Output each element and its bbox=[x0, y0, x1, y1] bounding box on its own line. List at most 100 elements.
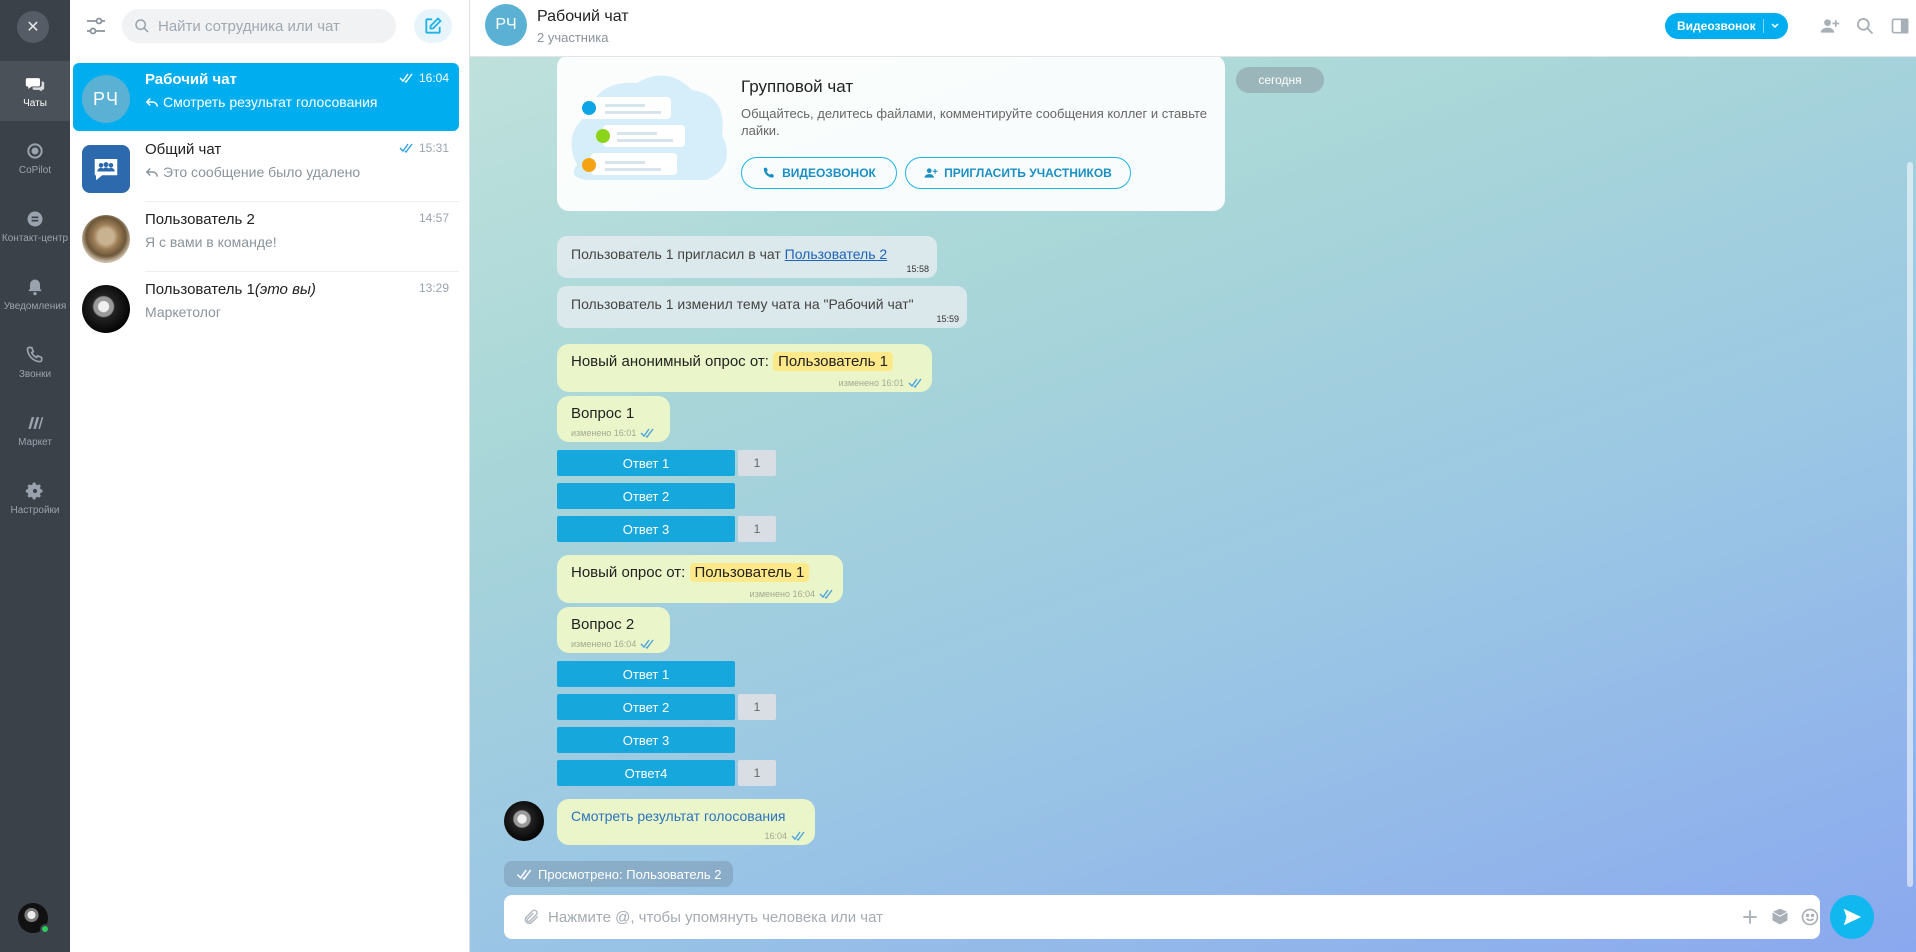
rail-item-label: Уведомления bbox=[3, 300, 67, 312]
chat-name: Пользователь 1(это вы) bbox=[145, 281, 316, 298]
plus-icon[interactable] bbox=[1740, 907, 1760, 927]
search-input[interactable] bbox=[158, 17, 378, 35]
poll-header-message: Новый анонимный опрос от: Пользователь 1… bbox=[557, 344, 932, 392]
chat-list-item-general-chat[interactable]: Общий чат 15:31 Это сообщение было удале… bbox=[73, 133, 459, 202]
poll2-option-4-count: 1 bbox=[738, 760, 776, 786]
invite-participants-button[interactable]: ПРИГЛАСИТЬ УЧАСТНИКОВ bbox=[905, 157, 1131, 189]
chat-title[interactable]: Рабочий чат bbox=[537, 8, 629, 26]
add-user-icon[interactable] bbox=[1820, 16, 1840, 36]
filter-icon[interactable] bbox=[84, 14, 108, 38]
side-panel-icon[interactable] bbox=[1890, 16, 1910, 36]
chat-name: Пользователь 2 bbox=[145, 211, 255, 228]
poll-header-text: Новый опрос от: bbox=[571, 564, 686, 581]
seen-status-text: Просмотрено: Пользователь 2 bbox=[538, 866, 722, 882]
rail-item-label: CoPilot bbox=[18, 164, 52, 176]
message-meta: изменено 16:01 bbox=[839, 378, 922, 388]
chat-avatar bbox=[82, 285, 130, 333]
message-input[interactable] bbox=[548, 908, 1648, 926]
user-link[interactable]: Пользователь 2 bbox=[785, 246, 888, 262]
system-message-text: Пользователь 1 изменил тему чата на "Раб… bbox=[571, 296, 914, 312]
contact-center-icon bbox=[27, 211, 43, 226]
message-meta: изменено 16:04 bbox=[750, 589, 833, 599]
box-icon[interactable] bbox=[1770, 907, 1790, 927]
double-check-icon bbox=[640, 428, 654, 438]
message-time: 16:04 bbox=[764, 831, 787, 841]
poll2-option-3[interactable]: Ответ 3 bbox=[557, 727, 735, 753]
rail-item-settings[interactable]: Настройки bbox=[0, 468, 70, 528]
message-meta: 16:04 bbox=[764, 831, 805, 841]
chat-avatar bbox=[82, 215, 130, 263]
reply-icon bbox=[145, 98, 158, 107]
poll-question-message: Вопрос 1 изменено 16:01 bbox=[557, 396, 670, 442]
send-button[interactable] bbox=[1830, 895, 1874, 939]
chat-preview-text: Это сообщение было удалено bbox=[163, 164, 361, 180]
message-area[interactable]: Групповой чат Общайтесь, делитесь файлам… bbox=[470, 57, 1916, 952]
double-check-icon bbox=[791, 831, 805, 841]
chat-members-count[interactable]: 2 участника bbox=[537, 30, 608, 45]
rail-item-chats[interactable]: Чаты bbox=[0, 61, 70, 121]
poll-question: Вопрос 1 bbox=[571, 405, 635, 422]
chat-list-item-work-chat[interactable]: РЧ Рабочий чат 16:04 Смотреть результат … bbox=[73, 63, 459, 131]
scrollbar[interactable] bbox=[1907, 162, 1913, 887]
smile-icon[interactable] bbox=[1800, 907, 1820, 927]
compose-icon bbox=[425, 17, 442, 34]
poll-question: Вопрос 2 bbox=[571, 616, 635, 633]
card-video-call-button[interactable]: ВИДЕОЗВОНОК bbox=[741, 157, 897, 189]
video-call-button[interactable]: Видеозвонок bbox=[1665, 13, 1788, 39]
rail-item-label: Маркет bbox=[18, 436, 52, 448]
group-chat-description: Общайтесь, делитесь файлами, комментируй… bbox=[741, 106, 1207, 138]
rail-item-copilot[interactable]: CoPilot bbox=[0, 128, 70, 188]
chat-time-text: 13:29 bbox=[418, 281, 449, 295]
reply-icon bbox=[145, 168, 158, 177]
chat-avatar: РЧ bbox=[82, 75, 130, 123]
message-time: изменено 16:01 bbox=[571, 428, 637, 438]
group-chat-illustration bbox=[571, 75, 727, 180]
poll1-option-2[interactable]: Ответ 2 bbox=[557, 483, 735, 509]
send-icon bbox=[1843, 908, 1862, 926]
system-message: Пользователь 1 пригласил в чат Пользоват… bbox=[557, 236, 937, 278]
sender-avatar[interactable] bbox=[504, 801, 544, 841]
group-chat-card: Групповой чат Общайтесь, делитесь файлам… bbox=[557, 57, 1324, 211]
poll2-option-2[interactable]: Ответ 2 bbox=[557, 694, 735, 720]
chat-time: 15:31 bbox=[399, 141, 449, 155]
chat-time: 16:04 bbox=[399, 71, 449, 85]
poll2-option-1[interactable]: Ответ 1 bbox=[557, 661, 735, 687]
add-user-icon bbox=[924, 168, 938, 178]
search-icon[interactable] bbox=[1855, 16, 1875, 36]
poll-author[interactable]: Пользователь 1 bbox=[773, 352, 893, 371]
chat-header: РЧ Рабочий чат 2 участника Видеозвонок bbox=[470, 0, 1916, 57]
chat-list-toolbar bbox=[70, 0, 470, 52]
chat-header-avatar[interactable]: РЧ bbox=[485, 4, 527, 46]
rail-item-contact-center[interactable]: Контакт-центр bbox=[0, 196, 70, 256]
chat-list-item-user-2[interactable]: Пользователь 2 14:57 Я с вами в команде! bbox=[73, 203, 459, 272]
chat-time-text: 14:57 bbox=[418, 211, 449, 225]
poll-author[interactable]: Пользователь 1 bbox=[689, 563, 810, 582]
rail-item-calls[interactable]: Звонки bbox=[0, 332, 70, 392]
poll1-option-3[interactable]: Ответ 3 bbox=[557, 516, 735, 542]
chat-list-item-user-1[interactable]: Пользователь 1(это вы) 13:29 Маркетолог bbox=[73, 273, 459, 341]
attachment-icon[interactable] bbox=[522, 908, 540, 926]
new-chat-button[interactable] bbox=[414, 9, 452, 43]
rail-item-notifications[interactable]: Уведомления bbox=[0, 264, 70, 324]
poll1-option-1-count: 1 bbox=[738, 450, 776, 476]
user-avatar[interactable] bbox=[16, 901, 50, 935]
chat-preview: Это сообщение было удалено bbox=[145, 164, 360, 180]
copilot-icon bbox=[27, 142, 43, 159]
vote-result-link[interactable]: Смотреть результат голосования bbox=[571, 808, 785, 824]
search-box[interactable] bbox=[122, 9, 396, 43]
gear-icon bbox=[25, 482, 43, 499]
chat-preview-text: Смотреть результат голосования bbox=[163, 94, 378, 110]
rail-item-market[interactable]: Маркет bbox=[0, 400, 70, 460]
phone-icon bbox=[763, 167, 774, 178]
bell-icon bbox=[28, 279, 42, 295]
rail-item-label: Чаты bbox=[23, 97, 47, 109]
rail-item-label: Настройки bbox=[10, 504, 60, 516]
date-divider: сегодня bbox=[1236, 67, 1324, 93]
poll1-option-1[interactable]: Ответ 1 bbox=[557, 450, 735, 476]
message-time: изменено 16:04 bbox=[749, 589, 815, 599]
message-meta: изменено 16:01 bbox=[571, 428, 654, 438]
close-icon[interactable]: ✕ bbox=[17, 11, 49, 43]
chevron-down-icon[interactable] bbox=[1770, 20, 1780, 30]
poll-header-message: Новый опрос от: Пользователь 1 изменено … bbox=[557, 555, 843, 603]
poll2-option-4[interactable]: Ответ4 bbox=[557, 760, 735, 786]
